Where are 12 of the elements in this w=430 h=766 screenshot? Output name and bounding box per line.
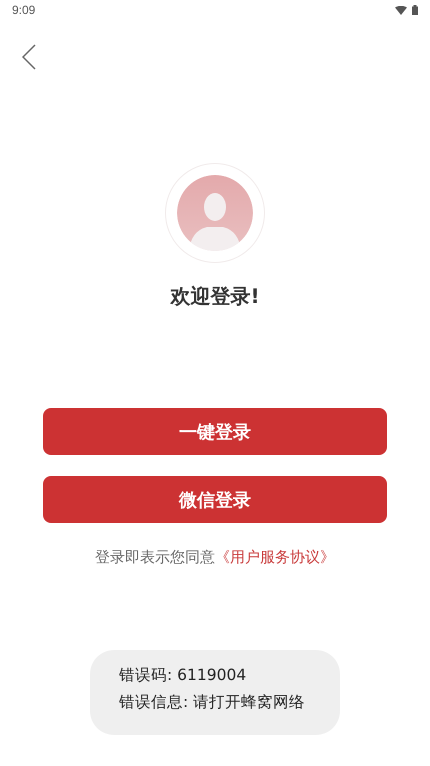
avatar-icon xyxy=(177,175,253,251)
wifi-icon xyxy=(395,6,407,14)
welcome-title: 欢迎登录! xyxy=(170,283,260,310)
agreement-link[interactable]: 《用户服务协议》 xyxy=(215,548,335,566)
login-button[interactable]: 一键登录 xyxy=(43,408,387,455)
back-button[interactable] xyxy=(22,44,36,70)
error-text: 错误码: 6119004 xyxy=(119,665,248,686)
error-text: 错误信息: 请打开蜂窝网络 xyxy=(119,692,306,713)
login-button[interactable]: 微信登录 xyxy=(43,476,387,523)
battery-icon xyxy=(412,5,418,15)
status-time: 9:09 xyxy=(12,3,36,17)
agreement-text: 登录即表示您同意《用户服务协议》 xyxy=(95,548,335,567)
